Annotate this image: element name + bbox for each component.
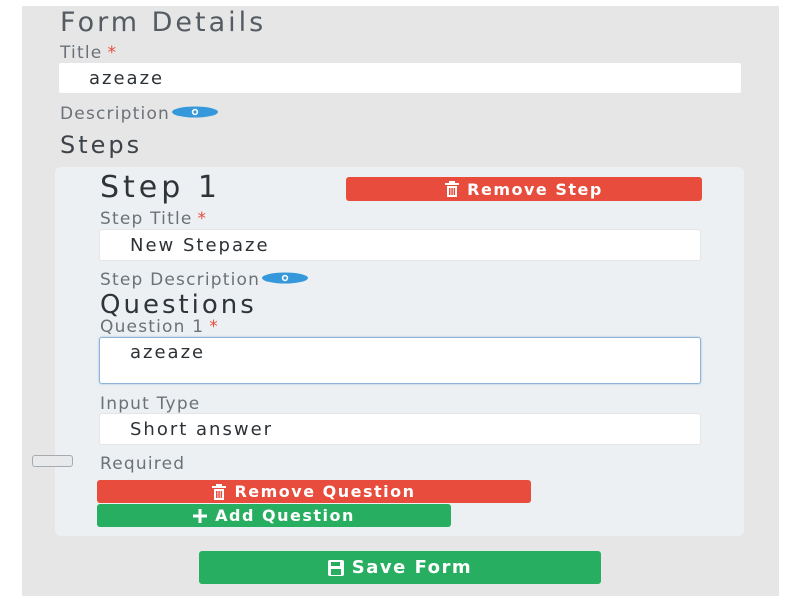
required-marker: * [107,43,118,63]
step-heading: Step 1 [100,170,221,205]
remove-question-label: Remove Question [234,482,416,501]
title-label: Title * [60,43,117,63]
eye-icon[interactable] [261,270,309,290]
step-title-input[interactable]: New Stepaze [99,229,701,261]
required-marker: * [197,209,208,229]
page: Form Details Title * azeaze Description S… [0,0,800,600]
required-label: Required [100,454,186,474]
input-type-label: Input Type [100,394,201,414]
title-label-text: Title [60,43,103,63]
description-label-text: Description [60,104,171,124]
step-title-label-text: Step Title [100,209,193,229]
question-1-textarea[interactable]: azeaze [99,337,701,384]
save-form-button[interactable]: Save Form [199,551,601,584]
add-question-button[interactable]: Add Question [97,504,451,527]
title-input-value: azeaze [89,67,165,89]
input-type-select[interactable]: Short answer [99,413,701,445]
title-input[interactable]: azeaze [58,62,742,94]
description-label: Description [60,104,219,124]
question-1-label: Question 1 * [100,317,219,337]
eye-icon[interactable] [171,104,219,124]
step-description-label: Step Description [100,270,309,290]
required-marker: * [209,317,219,337]
remove-question-button[interactable]: Remove Question [97,480,531,503]
step-description-label-text: Step Description [100,270,261,290]
step-title-value: New Stepaze [130,234,270,256]
input-type-value: Short answer [130,418,274,440]
add-question-label: Add Question [215,506,355,525]
plus-icon [193,508,208,523]
required-checkbox[interactable] [32,455,73,467]
save-icon [327,559,344,576]
questions-heading: Questions [100,290,257,320]
remove-step-label: Remove Step [467,179,603,199]
remove-step-button[interactable]: Remove Step [346,177,702,201]
form-details-heading: Form Details [60,7,267,38]
question-1-value: azeaze [130,342,206,363]
question-1-label-text: Question 1 [100,317,205,337]
save-form-label: Save Form [351,557,473,578]
step-title-label: Step Title * [100,209,207,229]
trash-icon [445,181,460,197]
trash-icon [212,483,227,500]
steps-heading: Steps [60,131,143,159]
